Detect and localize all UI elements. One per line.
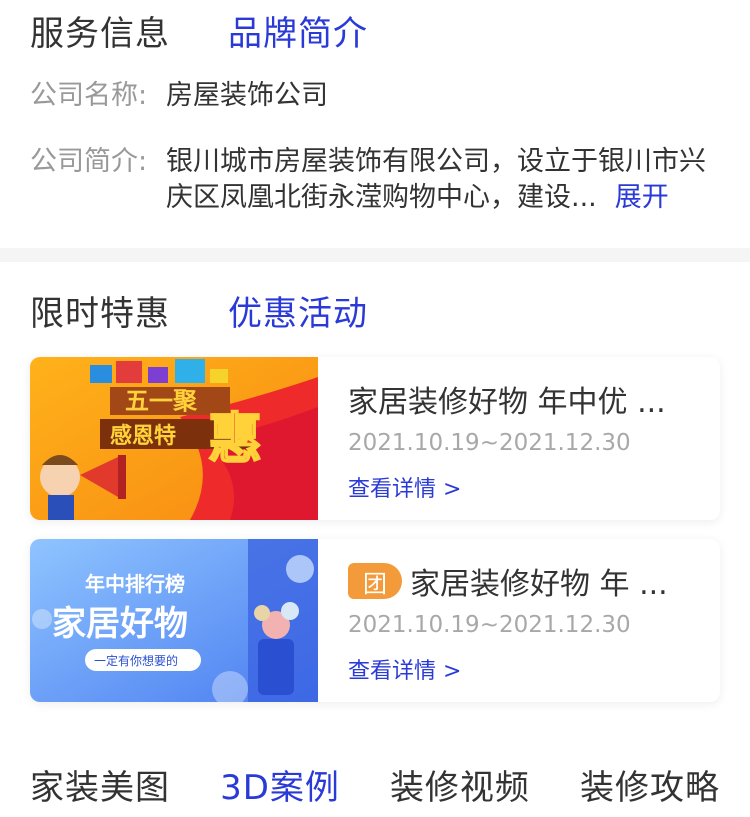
content-category-tabs: 家装美图 3D案例 装修视频 装修攻略 xyxy=(30,760,720,809)
view-details-link[interactable]: 查看详情 > xyxy=(348,653,461,685)
tab-renovation-videos[interactable]: 装修视频 xyxy=(390,760,530,809)
tab-renovation-guides[interactable]: 装修攻略 xyxy=(580,760,720,809)
promo-image-text: 家居好物 xyxy=(52,604,188,644)
tab-3d-cases[interactable]: 3D案例 xyxy=(220,760,340,809)
tab-brand-intro[interactable]: 品牌简介 xyxy=(228,6,368,55)
promo-image-text: 五一聚 xyxy=(125,387,198,415)
promo-card[interactable]: 五一聚 感恩特 惠 家居装修好物 年中优 ... 2021.10.19~2021… xyxy=(30,357,720,520)
promo-card[interactable]: 年中排行榜 家居好物 一定有你想要的 团 家居装修好物 年 ... 2021.1… xyxy=(30,539,720,702)
expand-link[interactable]: 展开 xyxy=(615,182,669,213)
company-name-row: 公司名称: 房屋装饰公司 xyxy=(30,78,328,114)
tab-limited-offer[interactable]: 限时特惠 xyxy=(30,286,170,335)
promo-card-date: 2021.10.19~2021.12.30 xyxy=(348,612,631,638)
promo-card-title: 家居装修好物 年中优 ... xyxy=(348,377,702,421)
tab-home-photos[interactable]: 家装美图 xyxy=(30,760,170,809)
promo-card-title: 团 家居装修好物 年 ... xyxy=(348,559,702,603)
company-name-value: 房屋装饰公司 xyxy=(166,80,328,111)
promo-card-image: 年中排行榜 家居好物 一定有你想要的 xyxy=(30,539,318,702)
promo-tabs: 限时特惠 优惠活动 xyxy=(30,286,368,335)
service-tabs: 服务信息 品牌简介 xyxy=(30,6,368,55)
promo-image-text: 年中排行榜 xyxy=(85,572,185,596)
company-intro-row: 公司简介: 银川城市房屋装饰有限公司，设立于银川市兴庆区凤凰北街永滢购物中心，建… xyxy=(30,144,720,216)
promo-card-title-text: 家居装修好物 年中优 ... xyxy=(348,385,666,420)
promo-image-text: 惠 xyxy=(208,407,262,470)
promo-card-image: 五一聚 感恩特 惠 xyxy=(30,357,318,520)
promo-image-text: 一定有你想要的 xyxy=(94,653,178,668)
service-info-panel: 服务信息 品牌简介 公司名称: 房屋装饰公司 公司简介: 银川城市房屋装饰有限公… xyxy=(0,0,750,248)
company-name-label: 公司名称: xyxy=(30,80,148,111)
promo-card-date: 2021.10.19~2021.12.30 xyxy=(348,430,631,456)
company-intro-label: 公司简介: xyxy=(30,146,148,177)
promo-image-text: 感恩特 xyxy=(110,423,176,449)
promotions-panel: 限时特惠 优惠活动 五一聚 感恩特 惠 家居装修好物 年中优 ... 2021.… xyxy=(0,262,750,817)
tab-service-info[interactable]: 服务信息 xyxy=(30,6,170,55)
company-intro-value: 银川城市房屋装饰有限公司，设立于银川市兴庆区凤凰北街永滢购物中心，建设... 展开 xyxy=(166,144,720,216)
group-buy-badge: 团 xyxy=(348,563,402,599)
view-details-link[interactable]: 查看详情 > xyxy=(348,471,461,503)
tab-promo-activities[interactable]: 优惠活动 xyxy=(228,286,368,335)
promo-card-title-text: 家居装修好物 年 ... xyxy=(410,567,668,602)
